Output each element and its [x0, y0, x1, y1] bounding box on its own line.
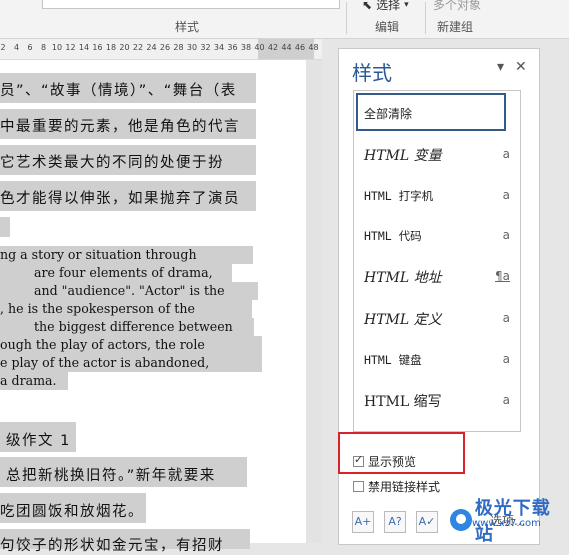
- doc-line: ough the play of actors, the role: [0, 337, 205, 352]
- doc-line: 色才能得以伸张，如果抛弃了演员: [0, 191, 240, 207]
- doc-line: ng a story or situation through: [0, 247, 197, 262]
- ruler-tick-label: 26: [159, 43, 171, 52]
- ruler-tick-label: 14: [78, 43, 90, 52]
- chevron-down-icon: ▾: [404, 0, 409, 10]
- style-list: 全部清除 HTML 变量 a HTML 打字机 a HTML 代码 a HTML…: [353, 90, 521, 432]
- pane-menu-icon[interactable]: ▾: [497, 59, 504, 75]
- doc-line: are four elements of drama,: [34, 265, 213, 280]
- ruler-tick-label: 2: [0, 43, 6, 52]
- doc-line: 总把新桃换旧符。”新年就要来: [6, 468, 216, 484]
- style-item-label: HTML 代码: [364, 229, 422, 243]
- character-style-icon: a: [502, 352, 510, 366]
- ruler-tick-label: 24: [146, 43, 157, 52]
- doc-line: 句饺子的形状如金元宝，有招财: [0, 538, 224, 554]
- style-item-label: HTML 缩写: [364, 394, 442, 410]
- new-group-label: 新建组: [437, 20, 474, 34]
- horizontal-ruler[interactable]: 2 4 6 8 10 12 14 16 18 20 22 24 26 28 30 32 34 36 38 40 42 44…: [0, 39, 322, 60]
- select-button[interactable]: ⬉ 选择 ▾: [362, 0, 409, 13]
- style-item-html-code[interactable]: HTML 代码 a: [356, 216, 516, 254]
- style-item-label: HTML 地址: [364, 270, 442, 286]
- style-item-html-keyboard[interactable]: HTML 键盘 a: [356, 340, 516, 378]
- ruler-tick-label: 8: [40, 43, 47, 52]
- styles-gallery[interactable]: [42, 0, 340, 9]
- doc-line: 员”、“故事（情境）”、“舞台（表: [0, 83, 237, 99]
- doc-line: 中最重要的元素，他是角色的代言: [0, 119, 240, 135]
- doc-line: 级作文 1: [6, 433, 71, 449]
- character-style-icon: a: [502, 188, 510, 202]
- new-style-icon[interactable]: A+: [352, 511, 374, 533]
- doc-line: 吃团圆饭和放烟花。: [0, 504, 144, 520]
- style-item-label: HTML 键盘: [364, 353, 422, 367]
- ribbon: 样式 ⬉ 选择 ▾ 编辑 多个对象 新建组: [0, 0, 569, 39]
- ruler-tick-label: 4: [13, 43, 20, 52]
- ruler-tick-label: 10: [51, 43, 63, 52]
- ruler-tick-label: 6: [27, 43, 33, 52]
- style-item-label: HTML 定义: [364, 312, 442, 328]
- style-item-label: HTML 变量: [364, 148, 442, 164]
- highlight-frame: [338, 432, 465, 474]
- disable-linked-styles-label: 禁用链接样式: [368, 480, 441, 494]
- ruler-tick-label: 30: [186, 43, 198, 52]
- style-item-html-acronym[interactable]: HTML 缩写 a: [356, 381, 516, 419]
- ribbon-separator: [346, 2, 347, 34]
- doc-line: a drama.: [0, 373, 57, 388]
- close-icon[interactable]: ✕: [515, 59, 527, 75]
- ruler-tick-label: 46: [294, 43, 306, 52]
- style-item-label: 全部清除: [364, 107, 413, 121]
- character-style-icon: a: [502, 228, 510, 242]
- document-page[interactable]: 员”、“故事（情境）”、“舞台（表 中最重要的元素，他是角色的代言 它艺术类最大…: [0, 60, 306, 554]
- disable-linked-styles-checkbox[interactable]: 禁用链接样式: [353, 478, 440, 495]
- ruler-tick-label: 38: [240, 43, 252, 52]
- linked-style-icon: ¶a: [495, 269, 510, 283]
- character-style-icon: a: [502, 393, 510, 407]
- ruler-tick-label: 20: [119, 43, 130, 52]
- pane-title: 样式: [352, 61, 392, 85]
- style-item-html-variable[interactable]: HTML 变量 a: [356, 135, 516, 173]
- doc-line: the biggest difference between: [34, 319, 233, 334]
- checkbox-unchecked-icon: [353, 481, 364, 492]
- style-item-label: HTML 打字机: [364, 189, 434, 203]
- ruler-tick-label: 12: [65, 43, 76, 52]
- ribbon-separator: [425, 2, 426, 34]
- ruler-tick-label: 32: [200, 43, 211, 52]
- multi-objects-button[interactable]: 多个对象: [433, 0, 481, 13]
- ruler-tick-label: 34: [213, 43, 225, 52]
- ruler-tick-label: 18: [105, 43, 117, 52]
- ruler-tick-label: 22: [132, 43, 144, 52]
- ruler-tick-label: 48: [308, 43, 319, 52]
- style-item-html-typewriter[interactable]: HTML 打字机 a: [356, 176, 516, 214]
- select-label: 选择: [376, 0, 401, 12]
- ruler-tick-label: 44: [281, 43, 292, 52]
- watermark-logo-icon: [450, 509, 472, 531]
- style-item-html-address[interactable]: HTML 地址 ¶a: [356, 257, 516, 295]
- ruler-tick-label: 16: [92, 43, 103, 52]
- watermark-url: www.xz7.com: [472, 518, 541, 529]
- paragraph-style-icon: a: [502, 147, 510, 161]
- doc-line: e play of the actor is abandoned,: [0, 355, 210, 370]
- style-inspector-icon[interactable]: A?: [384, 511, 406, 533]
- ruler-tick-label: 42: [267, 43, 279, 52]
- style-item-html-definition[interactable]: HTML 定义 a: [356, 299, 516, 337]
- doc-line: , he is the spokesperson of the: [0, 301, 195, 316]
- cursor-icon: ⬉: [362, 0, 373, 12]
- doc-line: 它艺术类最大的不同的处便于扮: [0, 155, 224, 171]
- styles-group-label: 样式: [175, 20, 200, 34]
- ruler-tick-label: 40: [254, 43, 265, 52]
- edit-group-label: 编辑: [375, 20, 400, 34]
- ruler-tick-label: 36: [227, 43, 238, 52]
- style-item-clear-all[interactable]: 全部清除: [356, 93, 506, 131]
- character-style-icon: a: [502, 311, 510, 325]
- doc-line: and "audience". "Actor" is the: [34, 283, 225, 298]
- ruler-tick-label: 28: [173, 43, 184, 52]
- manage-styles-icon[interactable]: A✓: [416, 511, 438, 533]
